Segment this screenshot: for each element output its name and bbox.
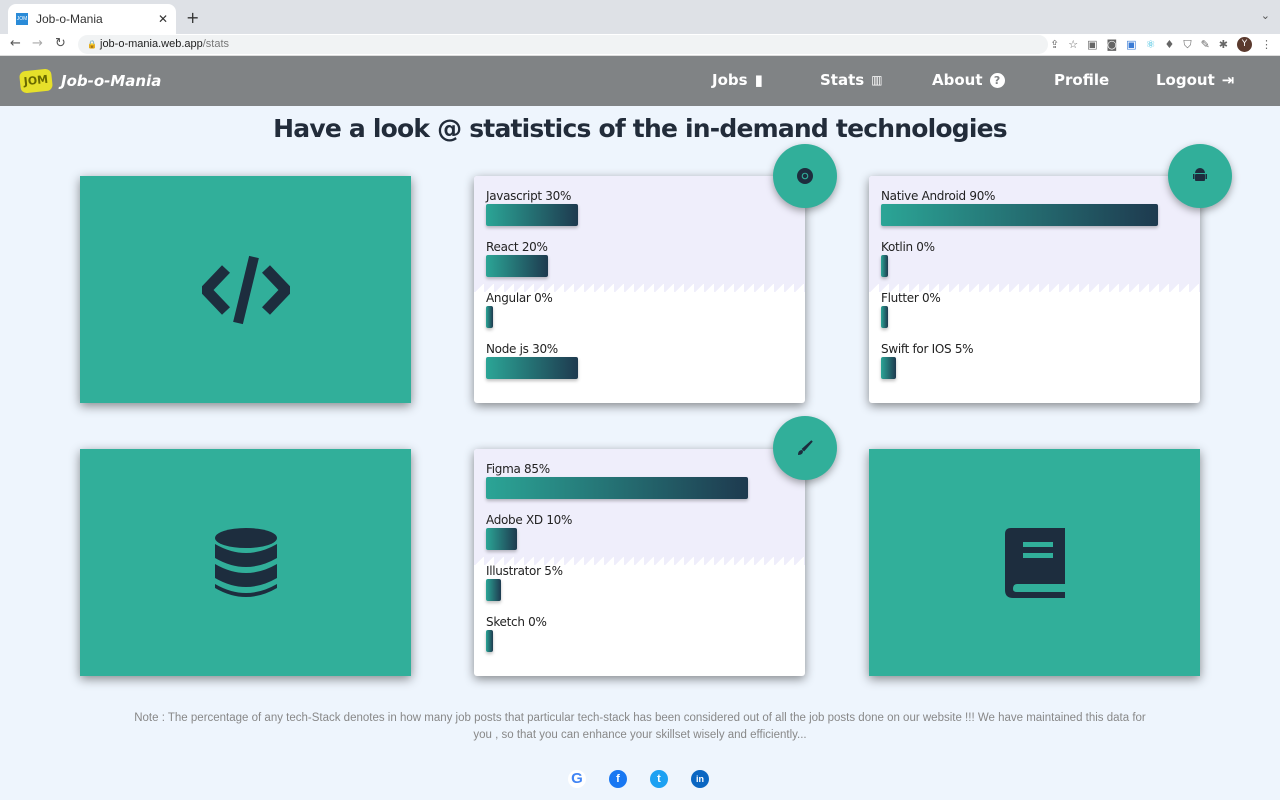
- puzzle-icon[interactable]: ✱: [1219, 38, 1228, 51]
- stat-label: React 20%: [486, 240, 548, 254]
- stat-label: Adobe XD 10%: [486, 513, 573, 527]
- camera-icon[interactable]: ◙: [1106, 38, 1117, 51]
- stat-bar: [486, 579, 502, 601]
- book-card: [869, 449, 1200, 676]
- extension-icon[interactable]: ▣: [1087, 38, 1097, 51]
- code-icon: [201, 255, 290, 324]
- stat-label: Kotlin 0%: [881, 240, 935, 254]
- stats-card-design: Figma 85% Adobe XD 10% Illustrator 5% Sketc…: [474, 449, 805, 676]
- facebook-icon[interactable]: f: [609, 770, 627, 788]
- chrome-icon: [797, 168, 813, 184]
- android-icon-badge: [1168, 144, 1232, 208]
- stats-card-mobile: Native Android 90% Kotlin 0% Flutter 0% Swi…: [869, 176, 1200, 403]
- stat-label: Javascript 30%: [486, 189, 572, 203]
- page-title: Have a look @ statistics of the in-deman…: [273, 114, 1008, 143]
- stat-item: React 20%: [486, 240, 548, 277]
- linkedin-icon[interactable]: in: [691, 770, 709, 788]
- stat-item: Sketch 0%: [486, 615, 547, 652]
- lock-icon: 🔒: [87, 40, 97, 49]
- nav-jobs[interactable]: Jobs ▮: [712, 71, 763, 89]
- extensions: ⇪ ☆ ▣ ◙ ▣ ⚛ ♦ ⛉ ✎ ✱ Y ⋮: [1050, 37, 1272, 52]
- stat-bar: [486, 630, 493, 652]
- stat-label: Sketch 0%: [486, 615, 547, 629]
- stat-label: Node js 30%: [486, 342, 558, 356]
- address-bar-row: ← → ↻ 🔒 job-o-mania.web.app/stats ⇪ ☆ ▣ ◙ ▣ ⚛…: [0, 34, 1280, 56]
- favicon: JOM: [16, 13, 28, 25]
- nav-about[interactable]: About?: [932, 71, 1005, 89]
- stat-label: Angular 0%: [486, 291, 553, 305]
- stat-item: Javascript 30%: [486, 189, 579, 226]
- new-tab-button[interactable]: +: [186, 8, 199, 27]
- nav-stats[interactable]: Stats ▥: [820, 71, 883, 89]
- paintbrush-icon-badge: [773, 416, 837, 480]
- stat-bar: [881, 357, 897, 379]
- stat-item: Kotlin 0%: [881, 240, 935, 277]
- stat-label: Native Android 90%: [881, 189, 996, 203]
- stat-item: Node js 30%: [486, 342, 579, 379]
- code-card: [80, 176, 411, 403]
- chrome-icon-badge: [773, 144, 837, 208]
- stat-item: Figma 85%: [486, 462, 748, 499]
- google-icon[interactable]: G: [568, 770, 586, 788]
- close-tab-icon[interactable]: ✕: [158, 12, 168, 26]
- book-icon: [1004, 527, 1065, 598]
- browser-tabbar: JOM Job-o-Mania ✕ + ⌄: [0, 0, 1280, 34]
- stat-label: Swift for IOS 5%: [881, 342, 974, 356]
- paintbrush-icon: [798, 440, 813, 455]
- stat-bar: [486, 357, 579, 379]
- stat-bar: [486, 528, 517, 550]
- stat-item: Native Android 90%: [881, 189, 1159, 226]
- stat-item: Flutter 0%: [881, 291, 941, 328]
- stat-bar: [881, 306, 888, 328]
- back-icon[interactable]: ←: [10, 36, 21, 51]
- avatar[interactable]: Y: [1237, 37, 1252, 52]
- stat-bar: [486, 306, 493, 328]
- stat-bar: [486, 204, 579, 226]
- shield-icon[interactable]: ⛉: [1183, 38, 1191, 52]
- stat-bar: [486, 255, 548, 277]
- stat-label: Illustrator 5%: [486, 564, 563, 578]
- twitter-icon[interactable]: t: [650, 770, 668, 788]
- stat-item: Adobe XD 10%: [486, 513, 572, 550]
- nav-logout[interactable]: Logout ⇥: [1156, 71, 1234, 89]
- extension-icon[interactable]: ▣: [1126, 38, 1136, 51]
- stat-item: Swift for IOS 5%: [881, 342, 974, 379]
- site-header: JOM Job-o-Mania Jobs ▮ Stats ▥ About? Prof…: [0, 56, 1280, 106]
- stat-item: Illustrator 5%: [486, 564, 563, 601]
- menu-icon[interactable]: ⋮: [1261, 38, 1272, 51]
- eyedropper-icon[interactable]: ✎: [1201, 38, 1210, 51]
- forward-icon[interactable]: →: [32, 36, 43, 51]
- extension-icon[interactable]: ♦: [1164, 38, 1174, 51]
- stat-bar: [486, 477, 748, 499]
- bookmark-star-icon[interactable]: ☆: [1068, 38, 1078, 51]
- react-devtools-icon[interactable]: ⚛: [1146, 38, 1156, 51]
- database-card: [80, 449, 411, 676]
- note-text: Note : The percentage of any tech-Stack …: [134, 712, 1146, 741]
- stats-card-web: Javascript 30% React 20% Angular 0% Node js…: [474, 176, 805, 403]
- logout-icon: ⇥: [1221, 71, 1235, 89]
- social-links: G f t in: [568, 770, 709, 788]
- stat-bar: [881, 255, 888, 277]
- stat-item: Angular 0%: [486, 291, 553, 328]
- tab-search-icon[interactable]: ⌄: [1261, 9, 1270, 22]
- browser-tab[interactable]: JOM Job-o-Mania ✕: [8, 4, 176, 34]
- chart-icon: ▥: [871, 73, 883, 87]
- url-input[interactable]: 🔒 job-o-mania.web.app/stats: [78, 35, 1048, 54]
- stat-label: Flutter 0%: [881, 291, 941, 305]
- stat-bar: [881, 204, 1159, 226]
- database-icon: [214, 527, 277, 597]
- android-icon: [1193, 168, 1207, 181]
- share-icon[interactable]: ⇪: [1050, 38, 1059, 51]
- stat-label: Figma 85%: [486, 462, 550, 476]
- reload-icon[interactable]: ↻: [55, 36, 66, 51]
- nav-profile[interactable]: Profile: [1054, 71, 1109, 89]
- briefcase-icon: ▮: [754, 71, 763, 89]
- question-circle-icon: ?: [989, 72, 1005, 88]
